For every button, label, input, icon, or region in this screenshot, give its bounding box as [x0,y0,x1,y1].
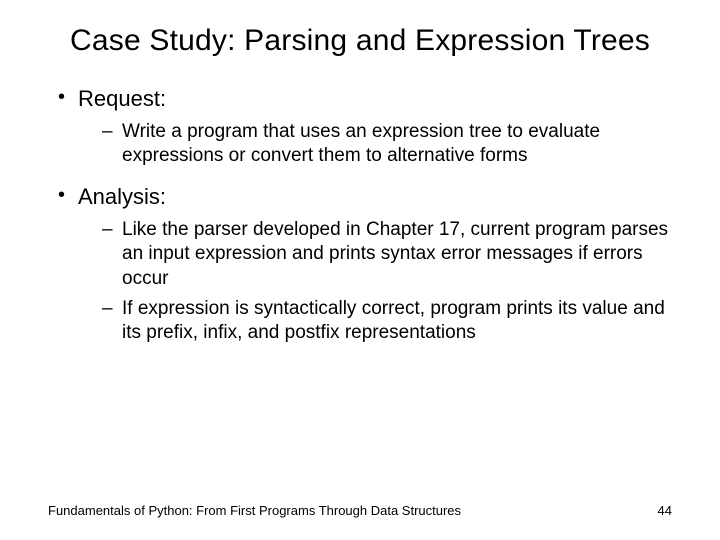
list-item: If expression is syntactically correct, … [102,297,672,346]
footer-source: Fundamentals of Python: From First Progr… [48,503,461,518]
page-number: 44 [658,503,672,518]
list-item: Like the parser developed in Chapter 17,… [102,218,672,291]
sub-bullet-list: Write a program that uses an expression … [78,120,672,169]
bullet-label: Request: [78,86,166,111]
slide-title: Case Study: Parsing and Expression Trees [48,22,672,60]
bullet-label: Analysis: [78,184,166,209]
bullet-list: Request: Write a program that uses an ex… [48,86,672,346]
slide-footer: Fundamentals of Python: From First Progr… [48,503,672,518]
list-item: Analysis: Like the parser developed in C… [48,184,672,346]
list-item: Request: Write a program that uses an ex… [48,86,672,169]
list-item: Write a program that uses an expression … [102,120,672,169]
sub-bullet-list: Like the parser developed in Chapter 17,… [78,218,672,346]
